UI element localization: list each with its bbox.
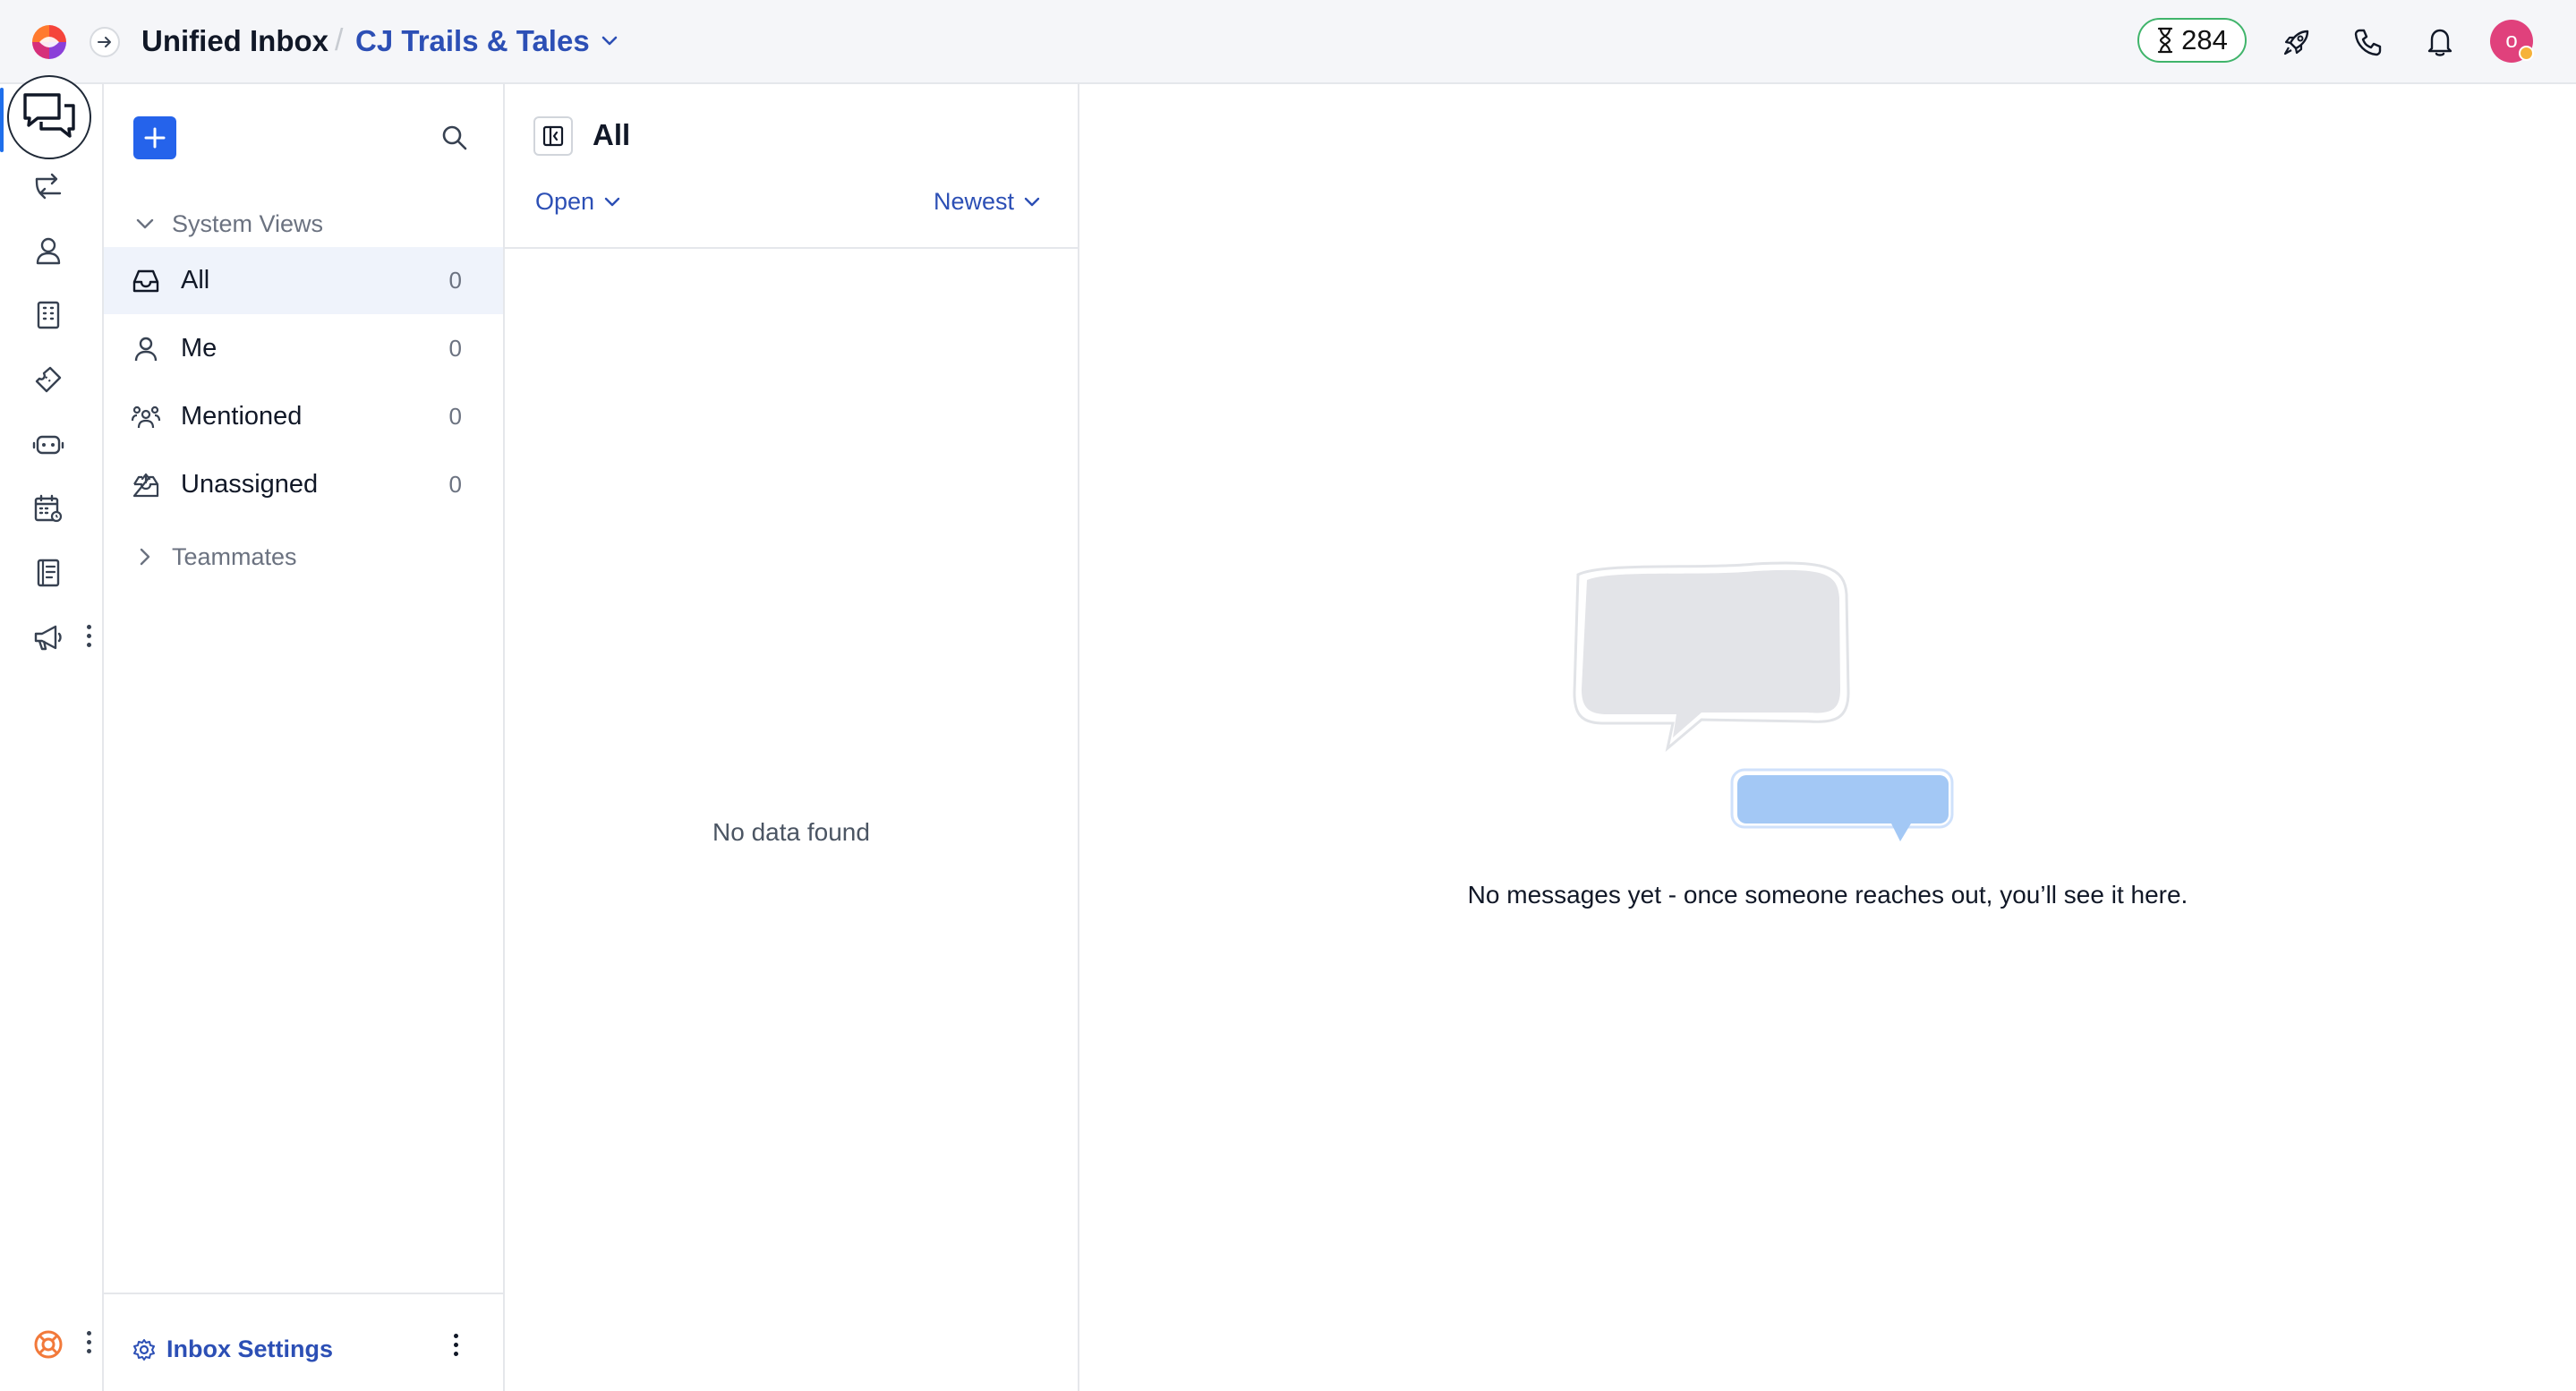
- view-label: Mentioned: [181, 402, 303, 431]
- hourglass-icon: [2158, 27, 2173, 54]
- view-count: 0: [448, 471, 462, 498]
- inbox-settings-label: Inbox Settings: [166, 1336, 334, 1362]
- rail-item-knowledge[interactable]: [29, 553, 68, 593]
- conversation-list: All Open Newest No data found: [505, 84, 1079, 1391]
- empty-chat-illustration: [1567, 559, 1970, 863]
- view-count: 0: [448, 403, 462, 430]
- knowledge-icon: [37, 559, 60, 587]
- view-item-all[interactable]: All 0: [104, 247, 503, 314]
- rocket-icon[interactable]: [2279, 24, 2315, 60]
- breadcrumb-separator: /: [335, 23, 344, 57]
- footer-kebab-icon[interactable]: [451, 1334, 460, 1356]
- megaphone-icon: [34, 625, 62, 651]
- status-filter-label: Open: [535, 188, 595, 215]
- workspace-switcher[interactable]: CJ Trails & Tales: [355, 24, 618, 58]
- divider: [505, 247, 1078, 249]
- expand-sidebar-button[interactable]: [90, 27, 120, 57]
- active-indicator: [0, 88, 4, 152]
- view-label: Unassigned: [181, 470, 319, 499]
- chevron-down-icon: [601, 36, 617, 46]
- rail-item-companies[interactable]: [29, 295, 68, 335]
- teammates-toggle[interactable]: Teammates: [134, 539, 297, 575]
- sort-filter-label: Newest: [934, 188, 1015, 215]
- nav-rail: [0, 75, 104, 1391]
- chevron-down-icon: [1024, 197, 1040, 206]
- rail-item-bots[interactable]: [29, 424, 68, 464]
- more-apps-kebab-icon[interactable]: [84, 625, 93, 647]
- person-icon: [131, 334, 161, 364]
- list-title: All: [593, 118, 631, 151]
- section-label: Teammates: [172, 542, 297, 570]
- status-filter-dropdown[interactable]: Open: [535, 188, 621, 216]
- calendar-icon: [34, 494, 63, 523]
- search-icon: [442, 125, 467, 150]
- view-count: 0: [448, 335, 462, 362]
- empty-state-message: No messages yet - once someone reaches o…: [1467, 881, 2188, 909]
- sort-filter-dropdown[interactable]: Newest: [934, 188, 1041, 216]
- section-label: System Views: [172, 209, 324, 237]
- page-title: Unified Inbox: [141, 24, 328, 57]
- bell-icon[interactable]: [2422, 24, 2458, 60]
- arrow-right-icon: [98, 37, 111, 47]
- inbox-unassigned-icon: [131, 470, 161, 500]
- views-panel: System Views All 0 Me 0 Mentioned 0 Unas…: [104, 84, 505, 1391]
- routing-icon: [35, 173, 62, 200]
- avatar-initial: o: [2505, 29, 2518, 53]
- rail-footer-kebab-icon[interactable]: [84, 1331, 93, 1353]
- new-conversation-button[interactable]: [133, 116, 176, 159]
- bots-icon: [32, 435, 64, 455]
- companies-icon: [37, 301, 60, 329]
- empty-list-text: No data found: [712, 818, 870, 846]
- app-logo-icon[interactable]: [29, 21, 70, 63]
- plus-icon: [144, 127, 166, 149]
- workspace-name: CJ Trails & Tales: [355, 24, 590, 57]
- group-icon: [131, 402, 161, 432]
- help-lifebuoy-icon: [34, 1330, 63, 1359]
- top-bar: Unified Inbox / CJ Trails & Tales 284 o: [0, 0, 2576, 84]
- rail-item-routing[interactable]: [29, 166, 68, 206]
- view-item-unassigned[interactable]: Unassigned 0: [104, 451, 503, 518]
- credits-badge[interactable]: 284: [2137, 18, 2247, 63]
- chevron-right-icon: [140, 548, 150, 566]
- chat-icon: [23, 93, 75, 138]
- rail-item-campaigns[interactable]: [29, 618, 68, 657]
- search-views-button[interactable]: [437, 120, 473, 156]
- chevron-down-icon: [604, 197, 620, 206]
- rail-item-help[interactable]: [29, 1325, 68, 1364]
- view-label: Me: [181, 334, 218, 363]
- rail-item-tickets[interactable]: [29, 360, 68, 399]
- system-views-toggle[interactable]: System Views: [134, 206, 323, 242]
- view-label: All: [181, 266, 210, 294]
- views-footer: Inbox Settings: [104, 1293, 503, 1391]
- phone-icon[interactable]: [2350, 24, 2386, 60]
- view-item-mentioned[interactable]: Mentioned 0: [104, 383, 503, 450]
- status-dot: [2519, 46, 2534, 61]
- inbox-settings-link[interactable]: Inbox Settings: [132, 1336, 333, 1363]
- view-count: 0: [448, 267, 462, 294]
- contacts-icon: [36, 237, 61, 265]
- credits-count: 284: [2181, 24, 2228, 55]
- toggle-views-panel-button[interactable]: [533, 116, 573, 156]
- rail-item-inbox[interactable]: [7, 75, 91, 159]
- rail-item-contacts[interactable]: [29, 231, 68, 270]
- conversation-detail: No messages yet - once someone reaches o…: [1079, 84, 2576, 1391]
- rail-item-calendar[interactable]: [29, 489, 68, 528]
- inbox-icon: [131, 266, 161, 296]
- panel-collapse-icon: [542, 125, 564, 147]
- chevron-down-icon: [136, 218, 154, 229]
- gear-icon: [133, 1338, 155, 1361]
- user-avatar[interactable]: o: [2490, 20, 2534, 63]
- tickets-icon: [35, 366, 62, 393]
- view-item-me[interactable]: Me 0: [104, 315, 503, 382]
